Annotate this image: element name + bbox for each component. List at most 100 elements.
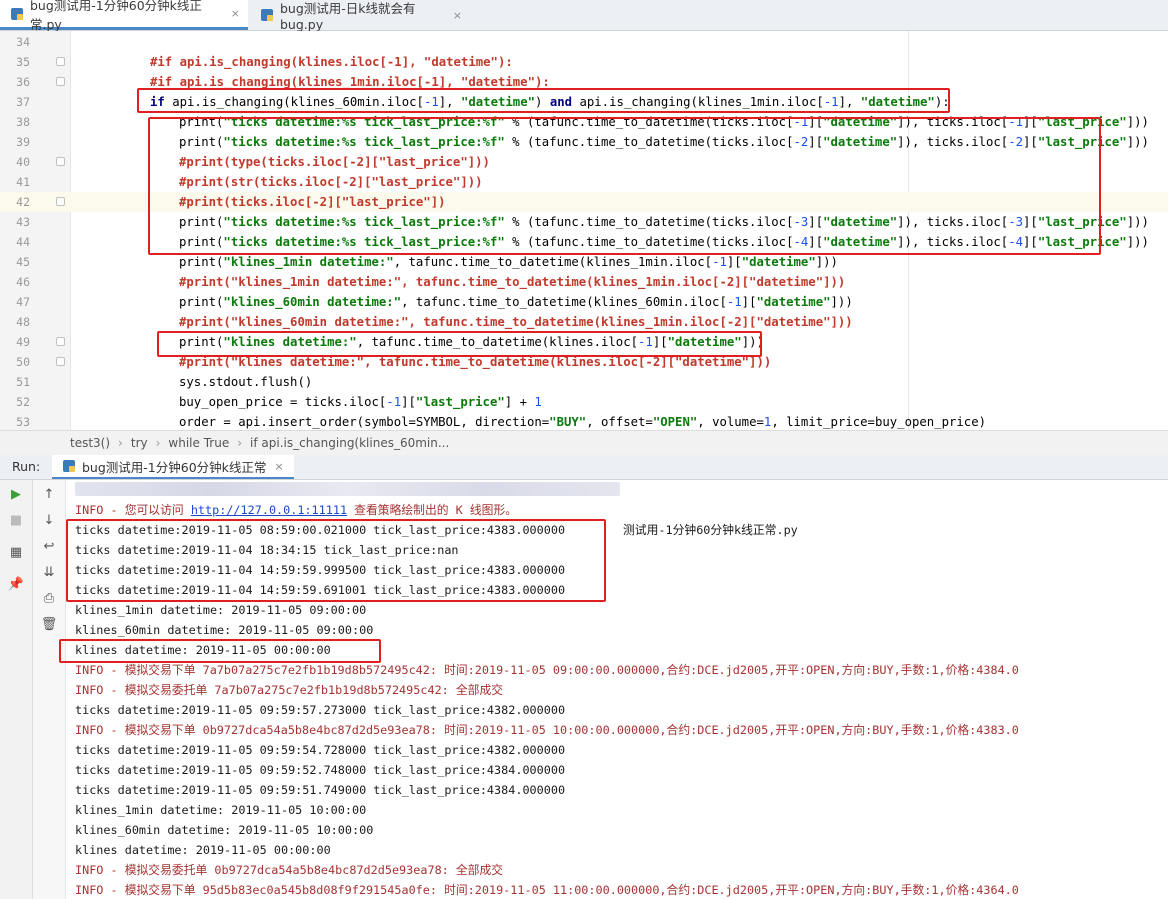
fold-marker-icon[interactable] [56,197,65,206]
breadcrumb-item[interactable]: test3() [70,436,110,450]
close-icon[interactable]: × [453,9,462,22]
fold-marker-icon[interactable] [56,357,65,366]
chevron-right-icon: › [118,436,123,450]
line-number: 43 [16,215,30,229]
scroll-end-icon[interactable]: ⇊ [39,562,59,582]
line-number: 47 [16,295,30,309]
python-file-icon [62,459,76,473]
code-text: #print(str(ticks.iloc[-2]["last_price"])… [179,175,483,189]
run-icon[interactable]: ▶ [6,484,26,504]
console-output[interactable]: 测试用-1分钟60分钟k线正常.py INFO - 您可以访问 http://1… [66,480,1168,899]
console-toolbar: ↑ ↓ ↩ ⇊ ⎙ 🗑 [33,480,66,899]
code-line[interactable]: 46 #print("klines_1min datetime:", tafunc… [0,272,1168,292]
code-line[interactable]: 36 #if api.is_changing(klines_1min.iloc[-… [0,72,1168,92]
code-line[interactable]: 43 print("ticks datetime:%s tick_last_pri… [0,212,1168,232]
console-line: ticks datetime:2019-11-04 14:59:59.99950… [75,563,566,577]
close-icon[interactable]: × [231,7,240,20]
breadcrumb: test3() › try › while True › if api.is_c… [0,430,1168,455]
code-line[interactable]: 44 print("ticks datetime:%s tick_last_pri… [0,232,1168,252]
breadcrumb-item[interactable]: while True [168,436,229,450]
console-info-line: INFO - 模拟交易下单 7a7b07a275c7e2fb1b19d8b572… [75,663,1019,677]
code-line[interactable]: 42 #print(ticks.iloc[-2]["last_price"]) [0,192,1168,212]
console-line: klines_60min datetime: 2019-11-05 10:00:… [75,823,374,837]
code-line[interactable]: 52 buy_open_price = ticks.iloc[-1]["last_… [0,392,1168,412]
code-editor[interactable]: 34 35 #if api.is_changing(klines.iloc[-1],… [0,31,1168,430]
tab-file-1[interactable]: bug测试用-1分钟60分钟k线正常.py × [0,0,248,32]
path-tail: 测试用-1分钟60分钟k线正常.py [623,523,798,537]
code-line[interactable]: 45 print("klines_1min datetime:", tafunc.… [0,252,1168,272]
down-arrow-icon[interactable]: ↓ [39,510,59,530]
console-line: ticks datetime:2019-11-04 14:59:59.69100… [75,583,566,597]
code-text: order = api.insert_order(symbol=SYMBOL, … [179,415,987,429]
fold-marker-icon[interactable] [56,57,65,66]
code-line[interactable]: 38 print("ticks datetime:%s tick_last_pri… [0,112,1168,132]
soft-wrap-icon[interactable]: ↩ [39,536,59,556]
line-number: 38 [16,115,30,129]
visualize-link[interactable]: http://127.0.0.1:11111 [191,503,347,517]
pin-icon[interactable]: 📌 [6,574,26,594]
tab-file-2[interactable]: bug测试用-日k线就会有bug.py × [250,0,470,32]
code-line[interactable]: 34 [0,32,1168,52]
line-number: 51 [16,375,30,389]
console-info-line: INFO - 模拟交易委托单 0b9727dca54a5b8e4bc87d2d5… [75,863,504,877]
line-number: 41 [16,175,30,189]
console-line: ticks datetime:2019-11-05 09:59:52.74800… [75,763,566,777]
print-icon[interactable]: ⎙ [39,588,59,608]
up-arrow-icon[interactable]: ↑ [39,484,59,504]
console-line: ticks datetime:2019-11-05 09:59:54.72800… [75,743,566,757]
line-number: 49 [16,335,30,349]
line-number: 40 [16,155,30,169]
line-number: 37 [16,95,30,109]
breadcrumb-item[interactable]: try [131,436,148,450]
tab-label: bug测试用-日k线就会有bug.py [280,1,416,32]
code-line[interactable]: 39 print("ticks datetime:%s tick_last_pri… [0,132,1168,152]
code-line[interactable]: 41 #print(str(ticks.iloc[-2]["last_price"… [0,172,1168,192]
code-line[interactable]: 51 sys.stdout.flush() [0,372,1168,392]
trash-icon[interactable]: 🗑 [39,614,59,634]
code-text: #print("klines_1min datetime:", tafunc.t… [179,275,846,289]
line-number: 46 [16,275,30,289]
code-text: #if api.is_changing(klines.iloc[-1], "da… [150,55,513,69]
chevron-right-icon: › [237,436,243,450]
code-line[interactable]: 35 #if api.is_changing(klines.iloc[-1], "… [0,52,1168,72]
code-line[interactable]: 47 print("klines_60min datetime:", tafunc… [0,292,1168,312]
line-number: 35 [16,55,30,69]
line-number: 45 [16,255,30,269]
fold-marker-icon[interactable] [56,157,65,166]
run-toolbar: ▶ ■ ▦ 📌 [0,480,33,899]
code-text: buy_open_price = ticks.iloc[-1]["last_pr… [179,395,542,409]
code-line[interactable]: 50 #print("klines datetime:", tafunc.time… [0,352,1168,372]
stop-icon[interactable]: ■ [6,510,26,530]
line-number: 34 [16,35,30,49]
python-file-icon [10,7,24,21]
console-info-line: INFO - 模拟交易下单 95d5b83ec0a545b8d08f9f2915… [75,883,1019,897]
code-line[interactable]: 49 print("klines datetime:", tafunc.time_… [0,332,1168,352]
fold-marker-icon[interactable] [56,77,65,86]
code-line[interactable]: 37 if api.is_changing(klines_60min.iloc[-… [0,92,1168,112]
console-line: ticks datetime:2019-11-05 09:59:57.27300… [75,703,566,717]
code-text: print("ticks datetime:%s tick_last_price… [179,115,1149,129]
code-line[interactable]: 48 #print("klines_60min datetime:", tafun… [0,312,1168,332]
run-panel-header: Run: bug测试用-1分钟60分钟k线正常 × [0,455,1168,480]
code-line[interactable]: 40 #print(type(ticks.iloc[-2]["last_price… [0,152,1168,172]
run-config-tab[interactable]: bug测试用-1分钟60分钟k线正常 × [52,455,294,479]
line-number: 44 [16,235,30,249]
code-text: #print(ticks.iloc[-2]["last_price"]) [179,195,446,209]
console-line: ticks datetime:2019-11-04 18:34:15 tick_… [75,543,459,557]
code-text: print("klines_1min datetime:", tafunc.ti… [179,255,838,269]
code-line[interactable]: 53 order = api.insert_order(symbol=SYMBOL… [0,412,1168,430]
fold-marker-icon[interactable] [56,337,65,346]
run-tab-label: bug测试用-1分钟60分钟k线正常 [82,459,267,475]
line-number: 39 [16,135,30,149]
console-info-line: INFO - 模拟交易下单 0b9727dca54a5b8e4bc87d2d5e… [75,723,1019,737]
code-text: print("ticks datetime:%s tick_last_price… [179,235,1149,249]
info-suffix: 查看策略绘制出的 K 线图形。 [347,503,518,517]
breadcrumb-item[interactable]: if api.is_changing(klines_60min... [250,436,449,450]
layout-icon[interactable]: ▦ [6,542,26,562]
close-icon[interactable]: × [274,460,283,473]
code-text: #print("klines_60min datetime:", tafunc.… [179,315,853,329]
editor-tab-bar: bug测试用-1分钟60分钟k线正常.py × bug测试用-日k线就会有bug… [0,0,1168,32]
console-line: ticks datetime:2019-11-05 09:59:51.74900… [75,783,566,797]
console-path-line: 测试用-1分钟60分钟k线正常.py [75,480,1165,537]
console-line: klines_1min datetime: 2019-11-05 09:00:0… [75,603,367,617]
